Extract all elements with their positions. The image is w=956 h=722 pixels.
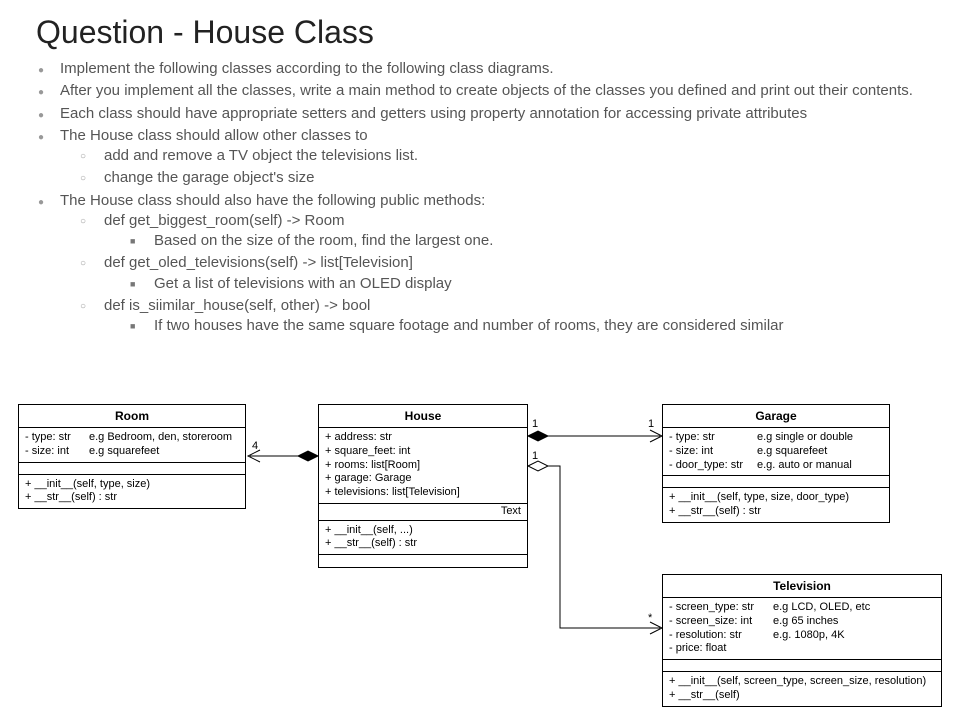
- uml-attr: - size: int: [669, 445, 757, 459]
- method-desc: Based on the size of the room, find the …: [154, 231, 936, 251]
- uml-attr: - size: int: [25, 445, 89, 459]
- uml-attr-eg: e.g. auto or manual: [757, 459, 852, 473]
- uml-diagram: 4 1 1 1 1 * Room - type: stre.g Bedroom,…: [0, 398, 956, 718]
- uml-attributes: - screen_type: stre.g LCD, OLED, etc - s…: [663, 598, 941, 660]
- uml-class-garage: Garage - type: stre.g single or double -…: [662, 404, 890, 523]
- method-item: def get_biggest_room(self) -> Room Based…: [104, 211, 936, 252]
- uml-class-name: Garage: [663, 405, 889, 428]
- method-desc: Get a list of televisions with an OLED d…: [154, 274, 936, 294]
- uml-op: + __str__(self): [669, 689, 935, 703]
- bullet-item: The House class should allow other class…: [60, 126, 936, 189]
- uml-attributes: - type: stre.g single or double - size: …: [663, 428, 889, 476]
- uml-attr: - door_type: str: [669, 459, 757, 473]
- multiplicity: 1: [532, 418, 538, 430]
- uml-attr-eg: e.g LCD, OLED, etc: [773, 601, 870, 615]
- uml-attr-eg: e.g 65 inches: [773, 615, 838, 629]
- uml-op: + __str__(self) : str: [25, 491, 239, 505]
- bullet-label: The House class should also have the fol…: [60, 192, 485, 209]
- method-desc: If two houses have the same square foota…: [154, 316, 936, 336]
- uml-attributes: - type: stre.g Bedroom, den, storeroom -…: [19, 428, 245, 463]
- uml-op: + __init__(self, type, size, door_type): [669, 491, 883, 505]
- uml-attr: + rooms: list[Room]: [325, 459, 521, 473]
- uml-attr: - resolution: str: [669, 629, 773, 643]
- uml-attr: - screen_type: str: [669, 601, 773, 615]
- multiplicity: 1: [648, 418, 654, 430]
- uml-op: + __init__(self, ...): [325, 524, 521, 538]
- uml-operations: + __init__(self, type, size, door_type) …: [663, 488, 889, 522]
- uml-empty-section: [663, 476, 889, 488]
- method-signature: def get_biggest_room(self) -> Room: [104, 212, 345, 229]
- multiplicity: 4: [252, 440, 258, 452]
- uml-attr-eg: e.g single or double: [757, 431, 853, 445]
- uml-attr-eg: e.g squarefeet: [757, 445, 827, 459]
- uml-empty-section: [663, 660, 941, 672]
- uml-attr: - screen_size: int: [669, 615, 773, 629]
- uml-attr: - price: float: [669, 642, 773, 656]
- uml-class-house: House + address: str + square_feet: int …: [318, 404, 528, 568]
- method-signature: def is_siimilar_house(self, other) -> bo…: [104, 297, 370, 314]
- uml-operations: + __init__(self, screen_type, screen_siz…: [663, 672, 941, 706]
- uml-class-name: Room: [19, 405, 245, 428]
- bullet-label: The House class should allow other class…: [60, 127, 368, 144]
- uml-attr: + garage: Garage: [325, 472, 521, 486]
- uml-op: + __init__(self, type, size): [25, 478, 239, 492]
- uml-empty-section: [19, 463, 245, 475]
- uml-class-name: Television: [663, 575, 941, 598]
- uml-attributes: + address: str + square_feet: int + room…: [319, 428, 527, 504]
- question-text: Implement the following classes accordin…: [0, 59, 956, 336]
- method-item: def is_siimilar_house(self, other) -> bo…: [104, 296, 936, 337]
- uml-op: + __str__(self) : str: [325, 537, 521, 551]
- uml-attr: - type: str: [25, 431, 89, 445]
- bullet-item: Each class should have appropriate sette…: [60, 104, 936, 124]
- page-title: Question - House Class: [0, 0, 956, 59]
- uml-text-label: Text: [319, 504, 527, 521]
- subbullet-item: change the garage object's size: [104, 168, 936, 188]
- uml-attr-eg: e.g Bedroom, den, storeroom: [89, 431, 232, 445]
- uml-attr: + televisions: list[Television]: [325, 486, 521, 500]
- uml-attr-eg: e.g squarefeet: [89, 445, 159, 459]
- uml-empty-section: [319, 555, 527, 567]
- bullet-item: After you implement all the classes, wri…: [60, 81, 936, 101]
- uml-class-room: Room - type: stre.g Bedroom, den, storer…: [18, 404, 246, 509]
- uml-class-television: Television - screen_type: stre.g LCD, OL…: [662, 574, 942, 707]
- uml-operations: + __init__(self, ...) + __str__(self) : …: [319, 521, 527, 556]
- uml-attr-eg: e.g. 1080p, 4K: [773, 629, 845, 643]
- method-signature: def get_oled_televisions(self) -> list[T…: [104, 254, 413, 271]
- uml-attr: + square_feet: int: [325, 445, 521, 459]
- multiplicity: 1: [532, 450, 538, 462]
- uml-operations: + __init__(self, type, size) + __str__(s…: [19, 475, 245, 509]
- bullet-item: The House class should also have the fol…: [60, 191, 936, 337]
- uml-attr: + address: str: [325, 431, 521, 445]
- subbullet-item: add and remove a TV object the televisio…: [104, 146, 936, 166]
- bullet-item: Implement the following classes accordin…: [60, 59, 936, 79]
- uml-op: + __str__(self) : str: [669, 505, 883, 519]
- uml-attr: - type: str: [669, 431, 757, 445]
- uml-op: + __init__(self, screen_type, screen_siz…: [669, 675, 935, 689]
- multiplicity: *: [648, 612, 652, 624]
- method-item: def get_oled_televisions(self) -> list[T…: [104, 253, 936, 294]
- uml-class-name: House: [319, 405, 527, 428]
